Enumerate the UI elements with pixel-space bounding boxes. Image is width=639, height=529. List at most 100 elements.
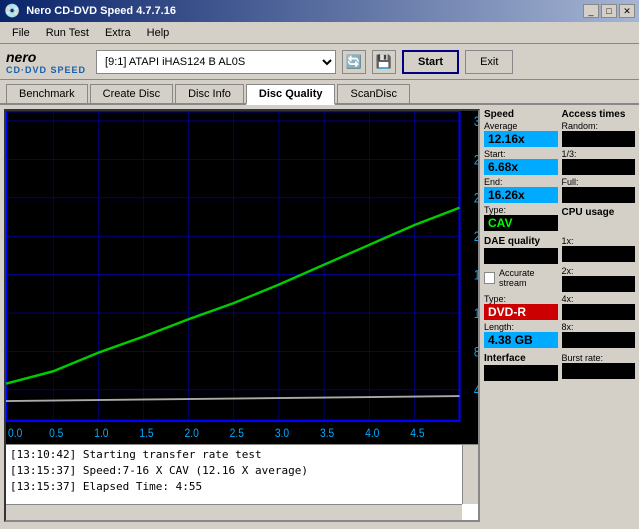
menu-help[interactable]: Help (139, 25, 178, 41)
dae-value (484, 248, 558, 264)
interface-value (484, 365, 558, 381)
svg-text:20: 20 (474, 229, 478, 244)
svg-text:2.5: 2.5 (230, 427, 244, 440)
tab-disc-info[interactable]: Disc Info (175, 84, 244, 103)
start-label: Start: (484, 149, 558, 159)
log-time-1: [13:15:37] (10, 464, 76, 477)
svg-text:4: 4 (474, 383, 478, 398)
access-full-col: Full: (562, 177, 636, 205)
type-value: CAV (484, 215, 558, 231)
app-icon: 💿 (4, 3, 20, 19)
8x-label: 8x: (562, 322, 636, 332)
toolbar: nero CD·DVD SPEED [9:1] ATAPI iHAS124 B … (0, 44, 639, 80)
tab-disc-quality[interactable]: Disc Quality (246, 84, 336, 105)
svg-text:0.0: 0.0 (8, 427, 22, 440)
full-label: Full: (562, 177, 636, 187)
cpu-row3: Type: DVD-R 4x: (484, 294, 635, 322)
speed-title: Speed (484, 109, 558, 121)
svg-text:4.0: 4.0 (365, 427, 379, 440)
log-msg-1: Speed:7-16 X CAV (12.16 X average) (83, 464, 308, 477)
cpu-row4: Length: 4.38 GB 8x: (484, 322, 635, 350)
burst-label: Burst rate: (562, 353, 636, 363)
length-label: Length: (484, 322, 558, 332)
disc-length-col: Length: 4.38 GB (484, 322, 558, 350)
menu-run-test[interactable]: Run Test (38, 25, 97, 41)
start-button[interactable]: Start (402, 50, 459, 74)
cpu-2x-col: 2x: (562, 266, 636, 294)
drive-select[interactable]: [9:1] ATAPI iHAS124 B AL0S (96, 50, 336, 74)
interface-section: Interface Burst rate: (484, 353, 635, 383)
disc-type-sub-label: Type: (484, 294, 558, 304)
access-random-col: Random: (562, 121, 636, 149)
speed-row1: Average 12.16x Random: (484, 121, 635, 149)
cpu-1x-col: 1x: (562, 236, 636, 266)
svg-text:28: 28 (474, 152, 478, 167)
speed-header: Speed Access times (484, 109, 635, 121)
svg-text:32: 32 (474, 114, 478, 129)
cpu-8x-col: 8x: (562, 322, 636, 350)
log-row-2: [13:15:37] Elapsed Time: 4:55 (10, 479, 474, 495)
log-hscrollbar[interactable] (6, 504, 462, 520)
length-value: 4.38 GB (484, 332, 558, 348)
tab-create-disc[interactable]: Create Disc (90, 84, 173, 103)
1x-value (562, 246, 636, 262)
cpu-label: CPU usage (562, 207, 636, 218)
log-row-1: [13:15:37] Speed:7-16 X CAV (12.16 X ave… (10, 463, 474, 479)
cpu-row2: Accurate stream 2x: (484, 266, 635, 294)
svg-text:16: 16 (474, 268, 478, 283)
tab-bar: Benchmark Create Disc Disc Info Disc Qua… (0, 80, 639, 105)
full-value (562, 187, 636, 203)
svg-text:1.0: 1.0 (94, 427, 108, 440)
speed-row3: End: 16.26x Full: (484, 177, 635, 205)
minimize-button[interactable]: _ (583, 4, 599, 18)
svg-text:8: 8 (474, 344, 478, 359)
svg-text:0.5: 0.5 (49, 427, 63, 440)
title-controls: _ □ ✕ (583, 4, 635, 18)
accurate-stream-label: Accurate stream (499, 268, 558, 288)
access-onethird-col: 1/3: (562, 149, 636, 177)
refresh-button[interactable]: 🔄 (342, 50, 366, 74)
log-scrollbar[interactable] (462, 445, 478, 504)
svg-text:24: 24 (474, 191, 478, 206)
speed-end-col: End: 16.26x (484, 177, 558, 205)
maximize-button[interactable]: □ (601, 4, 617, 18)
8x-value (562, 332, 636, 348)
tab-benchmark[interactable]: Benchmark (6, 84, 88, 103)
speed-type-row: Type: CAV CPU usage (484, 205, 635, 233)
2x-label: 2x: (562, 266, 636, 276)
random-label: Random: (562, 121, 636, 131)
start-value: 6.68x (484, 159, 558, 175)
menu-extra[interactable]: Extra (97, 25, 139, 41)
exit-button[interactable]: Exit (465, 50, 513, 74)
speed-label: Speed (484, 109, 558, 120)
4x-value (562, 304, 636, 320)
speed-section: Speed Access times Average 12.16x Random… (484, 109, 635, 233)
1x-label: 1x: (562, 236, 636, 246)
interface-label: Interface (484, 353, 558, 364)
log-msg-2: Elapsed Time: 4:55 (83, 480, 202, 493)
close-button[interactable]: ✕ (619, 4, 635, 18)
log-row-0: [13:10:42] Starting transfer rate test (10, 447, 474, 463)
burst-value (562, 363, 636, 379)
onethird-label: 1/3: (562, 149, 636, 159)
nero-logo: nero CD·DVD SPEED (6, 49, 86, 75)
accurate-stream-checkbox[interactable] (484, 272, 495, 284)
cpu-dae-col: DAE quality (484, 236, 558, 266)
log-time-2: [13:15:37] (10, 480, 76, 493)
access-times-title: Access times (562, 109, 636, 121)
log-time-0: [13:10:42] (10, 448, 76, 461)
title-bar: 💿 Nero CD-DVD Speed 4.7.7.16 _ □ ✕ (0, 0, 639, 22)
average-value: 12.16x (484, 131, 558, 147)
save-button[interactable]: 💾 (372, 50, 396, 74)
type-label: Type: (484, 205, 558, 215)
menu-file[interactable]: File (4, 25, 38, 41)
end-value: 16.26x (484, 187, 558, 203)
onethird-value (562, 159, 636, 175)
4x-label: 4x: (562, 294, 636, 304)
average-label: Average (484, 121, 558, 131)
chart-container: 32 28 24 20 16 12 8 4 24 X 20 X 16 X 12 … (4, 109, 480, 522)
tab-scan-disc[interactable]: ScanDisc (337, 84, 409, 103)
menu-bar: File Run Test Extra Help (0, 22, 639, 44)
log-msg-0: Starting transfer rate test (83, 448, 262, 461)
disc-type-value: DVD-R (484, 304, 558, 320)
